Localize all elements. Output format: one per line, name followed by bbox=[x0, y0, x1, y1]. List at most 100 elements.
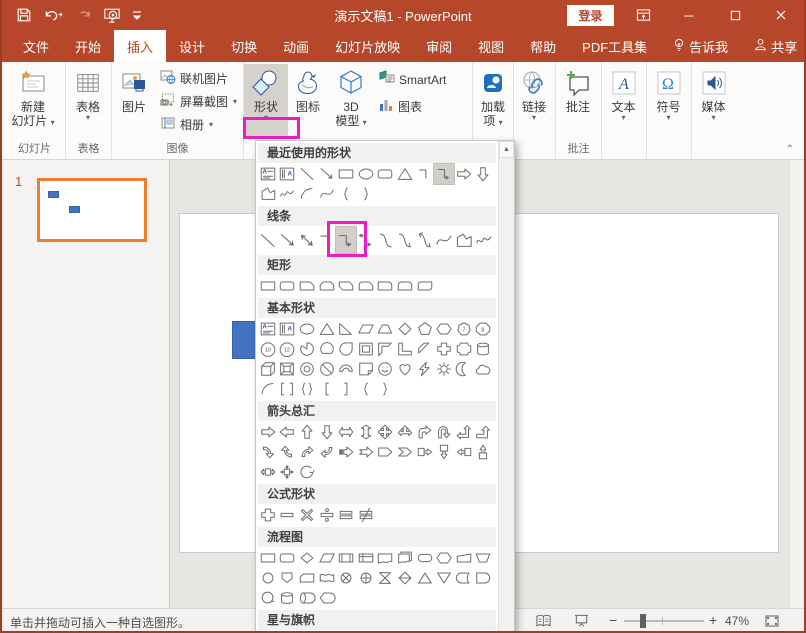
redo-icon[interactable] bbox=[76, 7, 92, 23]
shape-left-arrow-block[interactable] bbox=[278, 422, 298, 442]
shape-line[interactable] bbox=[258, 227, 278, 253]
shape-fc-decision[interactable] bbox=[297, 548, 317, 568]
shape-arc[interactable] bbox=[297, 184, 317, 204]
shape-diamond[interactable] bbox=[395, 319, 415, 339]
shape-left-brace[interactable] bbox=[336, 184, 356, 204]
shape-curved-double-arrow-connector[interactable] bbox=[415, 227, 435, 253]
shape-trapezoid[interactable] bbox=[376, 319, 396, 339]
shape-down-arrow-callout[interactable] bbox=[434, 442, 454, 462]
shape-line-double-arrow[interactable] bbox=[297, 227, 317, 253]
shapes-button[interactable]: 形状 ▾ bbox=[244, 64, 288, 139]
shape-folded-corner[interactable] bbox=[356, 359, 376, 379]
shape-fc-connector[interactable] bbox=[258, 568, 278, 588]
shape-diagonal-stripe[interactable] bbox=[415, 339, 435, 359]
shape-braces-pair[interactable] bbox=[297, 379, 317, 399]
shape-bevel[interactable] bbox=[278, 359, 298, 379]
shape-elbow-arrow-connector[interactable] bbox=[434, 164, 454, 184]
shape-quad-arrow-callout[interactable] bbox=[278, 462, 298, 482]
shape-fc-delay[interactable] bbox=[474, 568, 494, 588]
tab-切换[interactable]: 切换 bbox=[218, 30, 270, 62]
shape-elbow-arrow-connector[interactable] bbox=[336, 227, 356, 253]
shape-curved-arrow-connector[interactable] bbox=[395, 227, 415, 253]
shape-pentagon[interactable] bbox=[415, 319, 435, 339]
shape-fc-process[interactable] bbox=[258, 548, 278, 568]
shape-eq-equal[interactable] bbox=[336, 505, 356, 525]
shape-fc-display[interactable] bbox=[317, 588, 337, 608]
zoom-slider-track[interactable] bbox=[624, 620, 704, 622]
login-button[interactable]: 登录 bbox=[567, 5, 614, 26]
menu-scrollbar[interactable]: ▲ bbox=[498, 141, 514, 632]
shapes-dropdown-arrow[interactable]: ▾ bbox=[264, 114, 268, 122]
shape-moon[interactable] bbox=[454, 359, 474, 379]
addins-button[interactable]: 加载 项 ▾ bbox=[473, 64, 513, 128]
zoom-out-icon[interactable]: − bbox=[609, 612, 617, 628]
shape-fc-or[interactable] bbox=[356, 568, 376, 588]
online-pictures-button[interactable]: 联机图片 bbox=[156, 67, 241, 90]
shape-up-arrow-block[interactable] bbox=[297, 422, 317, 442]
shape-right-arrow-block[interactable] bbox=[258, 422, 278, 442]
shape-round-diagonal[interactable] bbox=[415, 276, 435, 296]
shape-no-symbol[interactable] bbox=[317, 359, 337, 379]
shape-freeform[interactable] bbox=[258, 184, 278, 204]
tab-PDF工具集[interactable]: PDF工具集 bbox=[569, 30, 660, 62]
shape-down-arrow-block[interactable] bbox=[317, 422, 337, 442]
shape-round-same-side[interactable] bbox=[395, 276, 415, 296]
tab-插入[interactable]: 插入 bbox=[114, 30, 166, 62]
tab-视图[interactable]: 视图 bbox=[465, 30, 517, 62]
shape-plaque[interactable] bbox=[454, 339, 474, 359]
screenshot-button[interactable]: 屏幕截图▾ bbox=[156, 90, 241, 113]
shape-fc-internal-storage[interactable] bbox=[356, 548, 376, 568]
shape-scribble[interactable] bbox=[474, 227, 494, 253]
zoom-slider-thumb[interactable] bbox=[640, 614, 646, 628]
shape-donut[interactable] bbox=[297, 359, 317, 379]
shape-fc-manual-operation[interactable] bbox=[474, 548, 494, 568]
new-slide-button[interactable]: 新建 幻灯片 ▾ bbox=[4, 64, 62, 128]
shape-v-text-box[interactable]: A bbox=[278, 319, 298, 339]
collapse-ribbon-icon[interactable]: ⌃ bbox=[786, 144, 794, 155]
reading-view-icon[interactable] bbox=[535, 613, 552, 632]
shape-notched-right-arrow[interactable] bbox=[356, 442, 376, 462]
undo-icon[interactable] bbox=[43, 7, 65, 23]
start-slideshow-icon[interactable] bbox=[103, 7, 121, 24]
shape-bent-up-arrow[interactable] bbox=[474, 422, 494, 442]
shape-fc-stored-data[interactable] bbox=[454, 568, 474, 588]
shape-brackets-pair[interactable] bbox=[278, 379, 298, 399]
tab-帮助[interactable]: 帮助 bbox=[517, 30, 569, 62]
scroll-up-icon[interactable]: ▲ bbox=[499, 141, 514, 158]
shape-fc-terminator[interactable] bbox=[415, 548, 435, 568]
vertical-scrollbar[interactable] bbox=[789, 160, 803, 608]
shape-elbow-connector[interactable] bbox=[415, 164, 435, 184]
comment-button[interactable]: 批注 bbox=[556, 64, 600, 114]
shape-fc-sequential-storage[interactable] bbox=[258, 588, 278, 608]
minimize-icon[interactable]: ─ bbox=[666, 0, 712, 30]
shape-parallelogram[interactable] bbox=[356, 319, 376, 339]
shape-down-arrow-block[interactable] bbox=[474, 164, 494, 184]
tab-共享[interactable]: 共享 bbox=[741, 30, 806, 62]
shape-can[interactable] bbox=[474, 339, 494, 359]
media-button[interactable]: 媒体 ▾ bbox=[692, 64, 735, 122]
customize-qat-icon[interactable] bbox=[132, 9, 142, 21]
zoom-in-icon[interactable]: + bbox=[709, 612, 717, 628]
shape-rectangle[interactable] bbox=[336, 164, 356, 184]
shape-corner[interactable] bbox=[395, 339, 415, 359]
shape-text-box[interactable]: A bbox=[258, 319, 278, 339]
shape-snip-diagonal[interactable] bbox=[336, 276, 356, 296]
text-button[interactable]: A 文本 ▾ bbox=[602, 64, 645, 122]
table-button[interactable]: 表格 ▾ bbox=[66, 64, 110, 122]
shape-bent-arrow[interactable] bbox=[415, 422, 435, 442]
shape-fc-alternate-process[interactable] bbox=[278, 548, 298, 568]
shape-arc[interactable] bbox=[258, 379, 278, 399]
shape-fc-card[interactable] bbox=[297, 568, 317, 588]
shape-curved-connector[interactable] bbox=[376, 227, 396, 253]
shape-up-arrow-callout[interactable] bbox=[474, 442, 494, 462]
shape-eq-multiply[interactable] bbox=[297, 505, 317, 525]
shape-pie[interactable] bbox=[297, 339, 317, 359]
shape-fc-magnetic-disk[interactable] bbox=[278, 588, 298, 608]
shape-cloud[interactable] bbox=[474, 359, 494, 379]
shape-cube[interactable] bbox=[258, 359, 278, 379]
shape-left-brace[interactable] bbox=[356, 379, 376, 399]
shape-elbow-connector[interactable] bbox=[317, 227, 337, 253]
shape-cross[interactable] bbox=[434, 339, 454, 359]
slideshow-view-icon[interactable] bbox=[573, 613, 590, 632]
shape-line-arrow[interactable] bbox=[278, 227, 298, 253]
